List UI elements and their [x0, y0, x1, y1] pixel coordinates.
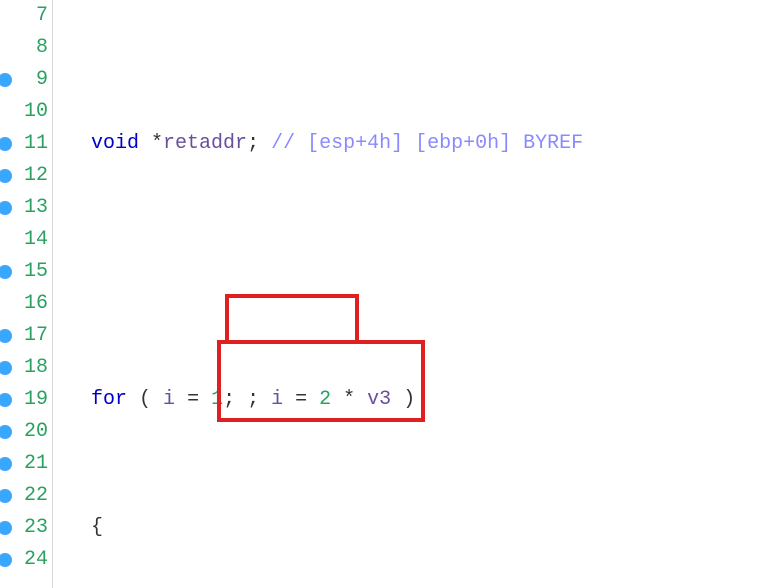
num-1: 1 — [211, 388, 223, 411]
line-number: 16 — [18, 288, 48, 320]
code-line[interactable]: { — [67, 512, 583, 544]
gutter-row[interactable]: 18 — [0, 352, 48, 384]
keyword-for: for — [91, 388, 127, 411]
breakpoint-icon[interactable] — [0, 553, 12, 567]
line-number: 7 — [18, 0, 48, 32]
line-number: 20 — [18, 416, 48, 448]
gutter-row[interactable]: 24 — [0, 544, 48, 576]
gutter-row[interactable]: 12 — [0, 160, 48, 192]
code-editor: 789101112131415161718192021222324 void *… — [0, 0, 782, 588]
line-number: 11 — [18, 128, 48, 160]
token: = — [175, 388, 211, 411]
token: = — [283, 388, 319, 411]
gutter-row[interactable]: 10 — [0, 96, 48, 128]
breakpoint-icon[interactable] — [0, 329, 12, 343]
gutter-row[interactable]: 23 — [0, 512, 48, 544]
breakpoint-icon[interactable] — [0, 169, 12, 183]
gutter-row[interactable]: 17 — [0, 320, 48, 352]
code-line[interactable]: void *retaddr; // [esp+4h] [ebp+0h] BYRE… — [67, 128, 583, 160]
line-number: 14 — [18, 224, 48, 256]
token: ; ; — [223, 388, 271, 411]
token: ( — [127, 388, 163, 411]
gutter-row[interactable]: 15 — [0, 256, 48, 288]
gutter-row[interactable]: 9 — [0, 64, 48, 96]
line-number: 9 — [18, 64, 48, 96]
line-number: 13 — [18, 192, 48, 224]
line-number: 8 — [18, 32, 48, 64]
breakpoint-icon[interactable] — [0, 489, 12, 503]
code-panel[interactable]: void *retaddr; // [esp+4h] [ebp+0h] BYRE… — [53, 0, 583, 588]
var-v3: v3 — [367, 388, 391, 411]
breakpoint-icon[interactable] — [0, 265, 12, 279]
line-number: 21 — [18, 448, 48, 480]
highlight-box-1 — [225, 294, 359, 344]
breakpoint-icon[interactable] — [0, 393, 12, 407]
line-number-gutter: 789101112131415161718192021222324 — [0, 0, 53, 588]
gutter-row[interactable]: 19 — [0, 384, 48, 416]
comment: // [esp+4h] [ebp+0h] BYREF — [271, 132, 583, 155]
indent — [67, 132, 91, 155]
gutter-row[interactable]: 13 — [0, 192, 48, 224]
breakpoint-icon[interactable] — [0, 201, 12, 215]
gutter-row[interactable]: 16 — [0, 288, 48, 320]
line-number: 22 — [18, 480, 48, 512]
var-i: i — [163, 388, 175, 411]
token: * — [139, 132, 163, 155]
gutter-row[interactable]: 8 — [0, 32, 48, 64]
line-number: 19 — [18, 384, 48, 416]
var-i: i — [271, 388, 283, 411]
keyword-void: void — [91, 132, 139, 155]
line-number: 18 — [18, 352, 48, 384]
line-number: 12 — [18, 160, 48, 192]
line-number: 15 — [18, 256, 48, 288]
gutter-row[interactable]: 21 — [0, 448, 48, 480]
breakpoint-icon[interactable] — [0, 137, 12, 151]
breakpoint-icon[interactable] — [0, 361, 12, 375]
breakpoint-icon[interactable] — [0, 425, 12, 439]
token: ; — [247, 132, 271, 155]
var-retaddr: retaddr — [163, 132, 247, 155]
line-number: 10 — [18, 96, 48, 128]
gutter-row[interactable]: 7 — [0, 0, 48, 32]
num-2: 2 — [319, 388, 331, 411]
code-line[interactable] — [67, 256, 583, 288]
indent — [67, 388, 91, 411]
breakpoint-icon[interactable] — [0, 521, 12, 535]
brace: { — [91, 516, 103, 539]
code-line[interactable]: for ( i = 1; ; i = 2 * v3 ) — [67, 384, 583, 416]
indent — [67, 516, 91, 539]
token: * — [331, 388, 367, 411]
line-number: 24 — [18, 544, 48, 576]
token: ) — [391, 388, 415, 411]
gutter-row[interactable]: 20 — [0, 416, 48, 448]
breakpoint-icon[interactable] — [0, 457, 12, 471]
line-number: 17 — [18, 320, 48, 352]
gutter-row[interactable]: 11 — [0, 128, 48, 160]
line-number: 23 — [18, 512, 48, 544]
gutter-row[interactable]: 14 — [0, 224, 48, 256]
breakpoint-icon[interactable] — [0, 73, 12, 87]
gutter-row[interactable]: 22 — [0, 480, 48, 512]
